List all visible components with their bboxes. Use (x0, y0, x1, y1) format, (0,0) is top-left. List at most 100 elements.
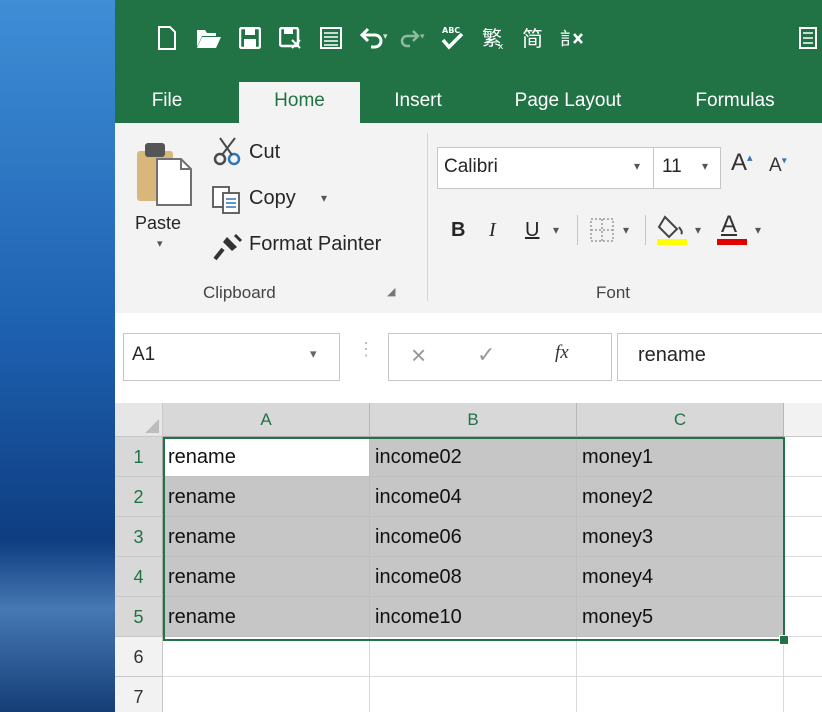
row-header[interactable]: 1 (115, 437, 163, 477)
borders-icon[interactable] (589, 217, 615, 243)
group-separator (427, 133, 428, 301)
new-file-icon[interactable] (150, 20, 184, 56)
shrink-font-icon[interactable]: A▾ (769, 155, 787, 177)
column-header-b[interactable]: B (370, 403, 577, 437)
cell-d6[interactable] (784, 637, 822, 677)
save-icon[interactable] (233, 20, 267, 56)
grow-font-icon[interactable]: A▴ (731, 149, 753, 177)
open-folder-icon[interactable] (192, 20, 226, 56)
cancel-icon[interactable]: × (411, 340, 426, 371)
cell-d1[interactable] (784, 437, 822, 477)
spelling-icon[interactable]: ABC (435, 20, 469, 56)
enter-icon[interactable]: ✓ (477, 342, 495, 368)
borders-dropdown-icon[interactable]: ▾ (623, 223, 629, 237)
row-header[interactable]: 4 (115, 557, 163, 597)
column-header-c[interactable]: C (577, 403, 784, 437)
save-as-icon[interactable] (274, 20, 308, 56)
cell-b5[interactable]: income10 (370, 597, 577, 637)
formula-bar-grip-icon[interactable]: ⋮ (357, 339, 375, 360)
svg-text:x: x (498, 42, 504, 51)
underline-dropdown-icon[interactable]: ▾ (553, 223, 559, 237)
formula-bar: A1 ▾ ⋮ × ✓ fx rename (115, 313, 822, 403)
name-box[interactable]: A1 ▾ (123, 333, 340, 381)
format-painter-label[interactable]: Format Painter (249, 233, 381, 256)
redo-dropdown-icon[interactable]: ▾ (420, 32, 425, 42)
font-color-icon[interactable]: A (715, 211, 751, 247)
cell-b1[interactable]: income02 (370, 437, 577, 477)
clipboard-launcher-icon[interactable]: ◢ (387, 285, 395, 298)
cell-b4[interactable]: income08 (370, 557, 577, 597)
insert-function-icon[interactable]: fx (555, 342, 569, 364)
scissors-icon[interactable] (211, 135, 245, 169)
bold-button[interactable]: B (451, 219, 465, 242)
print-preview-icon[interactable] (314, 20, 348, 56)
tab-home[interactable]: Home (239, 82, 360, 123)
font-separator (645, 215, 646, 245)
select-all-button[interactable] (115, 403, 163, 437)
cell-a1[interactable]: rename (163, 437, 370, 477)
copy-label[interactable]: Copy (249, 187, 296, 210)
copy-icon[interactable] (211, 185, 245, 215)
cell-a6[interactable] (163, 637, 370, 677)
cell-d7[interactable] (784, 677, 822, 712)
tab-formulas[interactable]: Formulas (675, 78, 795, 123)
cell-d4[interactable] (784, 557, 822, 597)
row-header[interactable]: 3 (115, 517, 163, 557)
cell-a5[interactable]: rename (163, 597, 370, 637)
font-size-dropdown-icon[interactable]: ▾ (702, 159, 708, 173)
font-name-dropdown-icon[interactable]: ▾ (634, 159, 640, 173)
fill-color-dropdown-icon[interactable]: ▾ (695, 223, 701, 237)
copy-dropdown-icon[interactable]: ▾ (321, 191, 327, 205)
name-box-dropdown-icon[interactable]: ▾ (310, 346, 317, 362)
font-color-dropdown-icon[interactable]: ▾ (755, 223, 761, 237)
formula-input-value: rename (638, 344, 706, 366)
tab-file[interactable]: File (137, 78, 197, 123)
row-header[interactable]: 6 (115, 637, 163, 677)
cell-b3[interactable]: income06 (370, 517, 577, 557)
cell-a2[interactable]: rename (163, 477, 370, 517)
cell-c4[interactable]: money4 (577, 557, 784, 597)
more-commands-icon[interactable] (791, 20, 822, 56)
font-name-combo[interactable]: Calibri ▾ (437, 147, 655, 189)
tab-page-layout[interactable]: Page Layout (498, 78, 638, 123)
cell-d2[interactable] (784, 477, 822, 517)
cell-c5[interactable]: money5 (577, 597, 784, 637)
column-header-d[interactable] (784, 403, 822, 437)
cell-c3[interactable]: money3 (577, 517, 784, 557)
italic-button[interactable]: I (489, 219, 496, 242)
quick-access-toolbar: ▾ ▾ ABC 繁x 简 訁 (115, 0, 822, 78)
paste-dropdown-icon[interactable]: ▾ (157, 237, 163, 250)
excel-window: ▾ ▾ ABC 繁x 简 訁 File Home Insert Page Lay… (115, 0, 822, 712)
paste-label[interactable]: Paste (135, 213, 181, 234)
fill-handle[interactable] (779, 635, 789, 645)
cell-c7[interactable] (577, 677, 784, 712)
cell-d3[interactable] (784, 517, 822, 557)
cell-d5[interactable] (784, 597, 822, 637)
cell-a7[interactable] (163, 677, 370, 712)
column-header-a[interactable]: A (163, 403, 370, 437)
underline-button[interactable]: U (525, 219, 539, 242)
cell-a3[interactable]: rename (163, 517, 370, 557)
cell-c6[interactable] (577, 637, 784, 677)
row-header[interactable]: 5 (115, 597, 163, 637)
convert-icon[interactable]: 訁 (555, 20, 589, 56)
undo-dropdown-icon[interactable]: ▾ (383, 32, 388, 42)
row-header[interactable]: 7 (115, 677, 163, 712)
row-header[interactable]: 2 (115, 477, 163, 517)
simplified-chinese-icon[interactable]: 简 (516, 20, 550, 56)
cell-b2[interactable]: income04 (370, 477, 577, 517)
cell-a4[interactable]: rename (163, 557, 370, 597)
fill-color-icon[interactable] (655, 213, 691, 247)
format-painter-icon[interactable] (211, 231, 245, 263)
cell-b7[interactable] (370, 677, 577, 712)
paste-icon[interactable] (133, 137, 195, 209)
name-box-value: A1 (132, 344, 156, 365)
tab-insert[interactable]: Insert (378, 78, 458, 123)
font-size-combo[interactable]: 11 ▾ (653, 147, 721, 189)
cell-b6[interactable] (370, 637, 577, 677)
cell-c2[interactable]: money2 (577, 477, 784, 517)
cut-label[interactable]: Cut (249, 141, 280, 164)
formula-input[interactable]: rename (617, 333, 822, 381)
cell-c1[interactable]: money1 (577, 437, 784, 477)
translate-icon[interactable]: 繁x (477, 20, 511, 56)
